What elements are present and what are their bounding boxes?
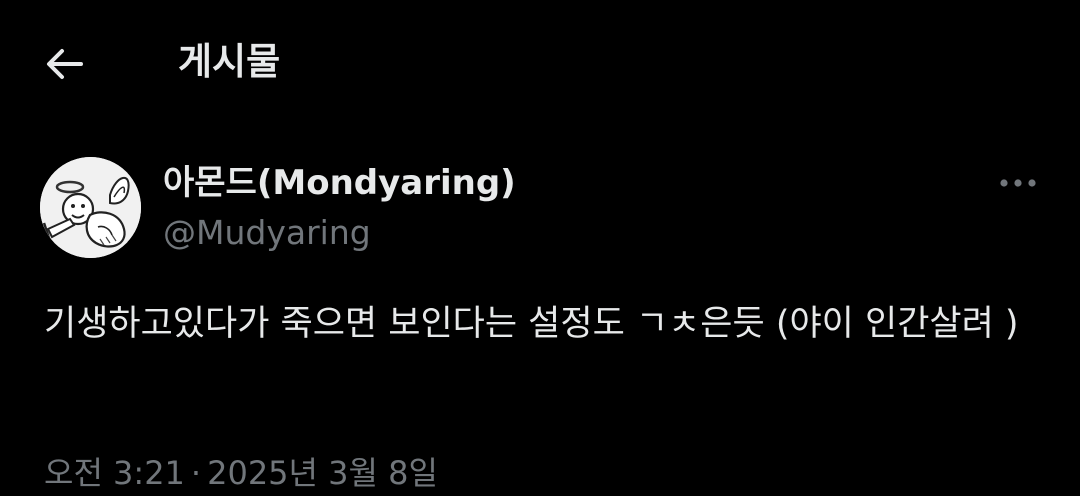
- more-options-button[interactable]: [994, 166, 1042, 200]
- more-horizontal-icon: [1000, 179, 1036, 187]
- post-timestamp: 오전 3:21 · 2025년 3월 8일: [44, 450, 438, 496]
- display-name[interactable]: 아몬드(Mondyaring): [163, 160, 516, 206]
- post-time[interactable]: 오전 3:21: [44, 454, 185, 492]
- cherub-avatar-icon: [40, 157, 141, 258]
- back-button[interactable]: [38, 40, 90, 88]
- post-date[interactable]: 2025년 3월 8일: [207, 454, 438, 492]
- timestamp-separator: ·: [190, 454, 202, 492]
- top-app-bar: 게시물: [0, 0, 1080, 128]
- page-title: 게시물: [178, 40, 281, 83]
- post-text: 기생하고있다가 죽으면 보인다는 설정도 ㄱㅊ은듯 (야이 인간살려 ): [44, 304, 1019, 344]
- avatar[interactable]: [40, 157, 141, 258]
- user-handle[interactable]: @Mudyaring: [163, 210, 371, 256]
- arrow-left-icon: [47, 49, 83, 79]
